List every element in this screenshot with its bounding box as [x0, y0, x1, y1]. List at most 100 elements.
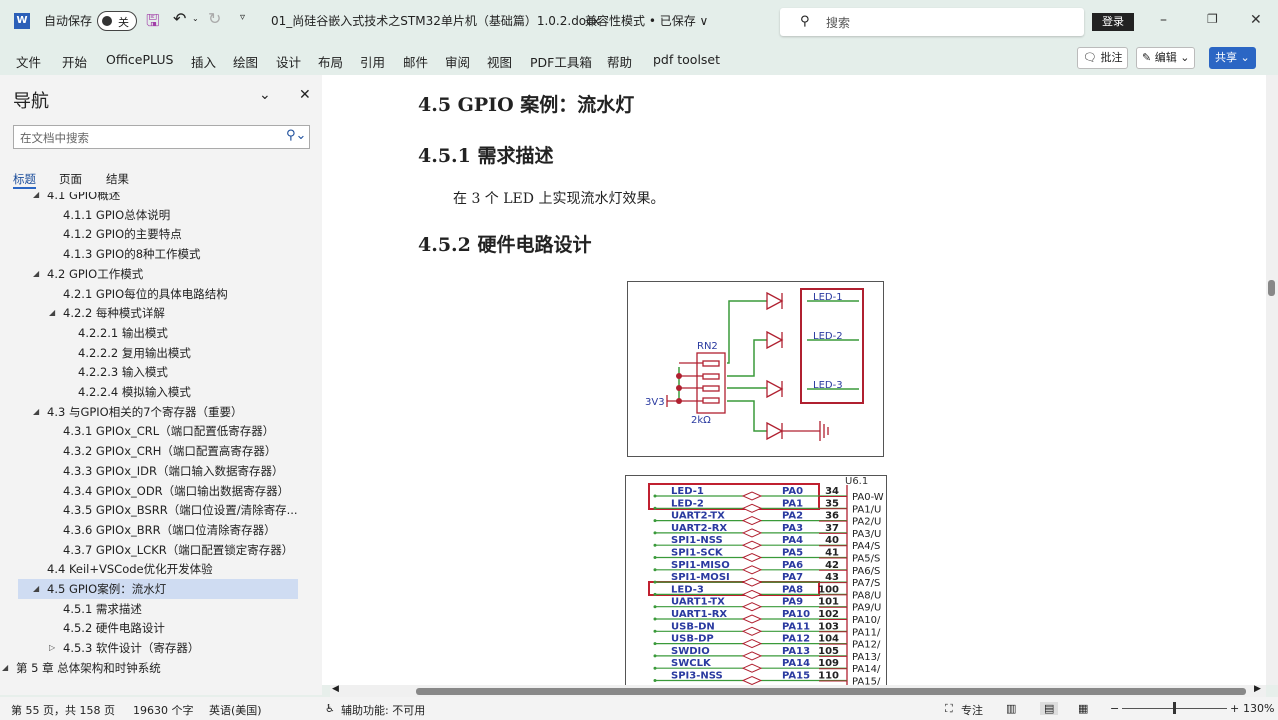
nav-item[interactable]: 4.4 Keil+VSCode优化开发体验	[0, 559, 322, 579]
nav-item[interactable]: 4.1.2 GPIO的主要特点	[0, 224, 322, 244]
edit-button[interactable]: ✎ 编辑 ⌄	[1136, 47, 1196, 69]
search-box[interactable]: ⚲ 搜索	[780, 8, 1084, 36]
nav-item[interactable]: 4.3.2 GPIOx_CRH（端口配置高寄存器）	[0, 441, 322, 461]
collapse-icon[interactable]: ◢	[33, 579, 39, 599]
nav-item[interactable]: 4.5.2 硬件电路设计	[0, 618, 322, 638]
vertical-scrollbar[interactable]	[1266, 75, 1278, 685]
paragraph: 在 3 个 LED 上实现流水灯效果。	[453, 191, 665, 207]
undo-icon[interactable]: ↶	[173, 9, 186, 28]
nav-item[interactable]: ◢ 4.2 GPIO工作模式	[0, 264, 322, 284]
nav-item[interactable]: 4.1.1 GPIO总体说明	[0, 205, 322, 225]
nav-item[interactable]: 4.3.1 GPIOx_CRL（端口配置低寄存器）	[0, 421, 322, 441]
ribbon-tab[interactable]: 绘图	[233, 52, 258, 71]
ribbon-tab[interactable]: 帮助	[607, 52, 632, 71]
nav-item[interactable]: ▷ 4.5.3 软件设计（寄存器）	[0, 638, 322, 658]
nav-close-icon[interactable]: ✕	[299, 87, 311, 103]
nav-item[interactable]: 4.3.5 GPIOx_BSRR（端口位设置/清除寄存...	[0, 500, 322, 520]
horizontal-scroll-thumb[interactable]	[416, 688, 1246, 695]
share-button[interactable]: 共享 ⌄	[1209, 47, 1256, 69]
tab-headings[interactable]: 标题	[13, 171, 36, 189]
nav-options-chevron-icon[interactable]: ⌄	[259, 87, 271, 103]
nav-title: 导航	[13, 91, 49, 112]
ribbon-tab[interactable]: 审阅	[445, 52, 470, 71]
collapse-icon[interactable]: ◢	[2, 658, 8, 678]
login-button[interactable]: 登录	[1092, 13, 1134, 31]
ribbon-tab[interactable]: pdf toolset	[653, 52, 720, 67]
nav-item[interactable]: 4.1.3 GPIO的8种工作模式	[0, 244, 322, 264]
pin-number: 36	[825, 511, 839, 522]
nav-item[interactable]: ◢ 第 5 章 总体架构和时钟系统	[0, 658, 322, 678]
nav-item[interactable]: 4.2.2.1 输出模式	[0, 323, 322, 343]
redo-icon[interactable]: ↻	[208, 9, 221, 28]
chip-pin-function: PA3/U	[852, 529, 881, 540]
zoom-in-icon[interactable]: +	[1230, 702, 1239, 715]
horizontal-scrollbar[interactable]: ◀ ▶	[330, 684, 1266, 697]
nav-item-label: 4.5.2 硬件电路设计	[63, 621, 165, 636]
ribbon-tab[interactable]: 视图	[487, 52, 512, 71]
page-count[interactable]: 第 55 页，共 158 页	[11, 702, 115, 718]
signal-name: SWCLK	[671, 658, 712, 669]
customize-toolbar-icon[interactable]: ▿	[240, 12, 245, 23]
signal-name: UART1-RX	[671, 609, 727, 620]
nav-item[interactable]: 4.3.3 GPIOx_IDR（端口输入数据寄存器）	[0, 461, 322, 481]
accessibility-status[interactable]: 辅助功能: 不可用	[341, 702, 425, 718]
ribbon-tab[interactable]: 设计	[276, 52, 301, 71]
minimize-icon[interactable]: –	[1160, 12, 1167, 28]
web-layout-icon[interactable]: ▦	[1078, 702, 1088, 715]
nav-item[interactable]: 4.3.7 GPIOx_LCKR（端口配置锁定寄存器）	[0, 540, 322, 560]
save-icon[interactable]: 🖫	[146, 10, 160, 37]
ribbon-tab[interactable]: 开始	[62, 52, 87, 71]
ribbon-tab[interactable]: PDF工具箱	[530, 52, 592, 71]
tab-results[interactable]: 结果	[106, 171, 129, 187]
autosave-toggle[interactable]: 关	[97, 11, 137, 31]
nav-item[interactable]: ◢ 4.2.2 每种模式详解	[0, 303, 322, 323]
nav-item-label: 4.2.2.2 复用输出模式	[78, 345, 191, 360]
nav-item[interactable]: 4.2.1 GPIO每位的具体电路结构	[0, 284, 322, 304]
nav-item[interactable]: 4.2.2.4 模拟输入模式	[0, 382, 322, 402]
ribbon-tab[interactable]: 布局	[318, 52, 343, 71]
collapse-icon[interactable]: ◢	[49, 303, 55, 323]
collapse-icon[interactable]: ◢	[33, 402, 39, 422]
comment-button[interactable]: 🗨 批注	[1077, 47, 1129, 69]
nav-item[interactable]: 4.3.4 GPIOx_ODR（端口输出数据寄存器）	[0, 481, 322, 501]
nav-item[interactable]: ◢ 4.1 GPIO概述	[0, 192, 322, 205]
print-layout-icon[interactable]: ▤	[1040, 702, 1059, 715]
pin-name: PA9	[782, 597, 803, 608]
nav-search-input[interactable]: 在文档中搜索 ⚲⌄	[13, 125, 310, 149]
ribbon-tab[interactable]: 文件	[16, 52, 41, 71]
expand-icon[interactable]: ▷	[49, 638, 55, 658]
search-icon[interactable]: ⚲⌄	[286, 128, 306, 143]
nav-item[interactable]: 4.3.6 GPIOx_BRR（端口位清除寄存器）	[0, 520, 322, 540]
rn2-label: RN2	[697, 341, 718, 352]
zoom-slider-thumb[interactable]	[1173, 702, 1176, 714]
tab-pages[interactable]: 页面	[59, 171, 82, 187]
document-mode[interactable]: 兼容性模式 • 已保存 ∨	[585, 12, 708, 29]
close-icon[interactable]: ✕	[1250, 12, 1262, 28]
ribbon-tab[interactable]: 邮件	[403, 52, 428, 71]
nav-item[interactable]: 4.5.1 需求描述	[0, 599, 322, 619]
word-count[interactable]: 19630 个字	[133, 702, 194, 718]
pin-number: 41	[825, 548, 839, 559]
scroll-left-icon[interactable]: ◀	[332, 684, 339, 694]
nav-item[interactable]: ◢ 4.3 与GPIO相关的7个寄存器（重要）	[0, 402, 322, 422]
nav-item-label: 4.2 GPIO工作模式	[47, 266, 144, 281]
restore-icon[interactable]: ❐	[1207, 12, 1218, 26]
scroll-right-icon[interactable]: ▶	[1254, 684, 1261, 694]
language[interactable]: 英语(美国)	[209, 702, 262, 718]
read-mode-icon[interactable]: ▥	[1006, 702, 1016, 715]
zoom-out-icon[interactable]: −	[1110, 702, 1119, 715]
pin-name: PA1	[782, 498, 803, 509]
nav-item[interactable]: 4.2.2.3 输入模式	[0, 362, 322, 382]
nav-item[interactable]: ◢ 4.5 GPIO案例：流水灯	[18, 579, 298, 599]
collapse-icon[interactable]: ◢	[33, 264, 39, 284]
ribbon-tab[interactable]: OfficePLUS	[106, 52, 173, 67]
ribbon-tab[interactable]: 引用	[360, 52, 385, 71]
ribbon-tab[interactable]: 插入	[191, 52, 216, 71]
share-label: 共享	[1215, 51, 1237, 64]
nav-item[interactable]: 4.2.2.2 复用输出模式	[0, 343, 322, 363]
focus-button[interactable]: 专注	[961, 702, 983, 718]
zoom-level[interactable]: 130%	[1243, 702, 1274, 715]
vertical-scroll-thumb[interactable]	[1268, 280, 1275, 296]
collapse-icon[interactable]: ◢	[33, 192, 39, 205]
undo-dropdown-icon[interactable]: ⌄	[192, 14, 199, 23]
